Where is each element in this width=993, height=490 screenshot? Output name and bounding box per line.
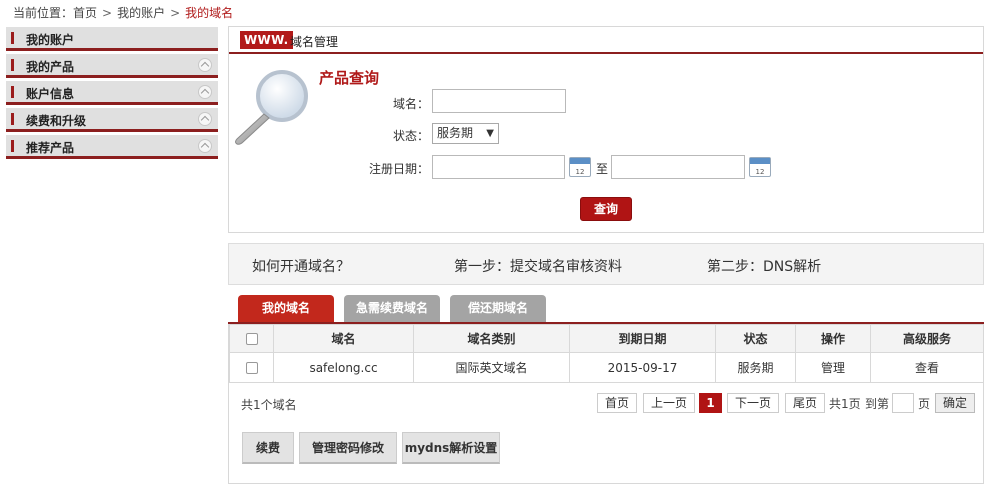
sidebar-item-label: 账户信息 (26, 87, 75, 101)
pager-prev[interactable]: 上一页 (643, 393, 695, 413)
panel-header: WWW. 域名管理 (229, 27, 983, 54)
calendar-icon[interactable]: 12 (569, 157, 591, 177)
pager-page-count: 共1页 (829, 397, 861, 411)
calendar-day: 12 (755, 168, 765, 176)
query-button[interactable]: 查询 (580, 197, 632, 221)
sidebar-item-renew-upgrade[interactable]: 续费和升级 (6, 108, 218, 132)
pager-last[interactable]: 尾页 (785, 393, 825, 413)
calendar-day: 12 (575, 168, 585, 176)
sidebar-marker (11, 113, 14, 125)
calendar-icon[interactable]: 12 (749, 157, 771, 177)
domain-table: 域名 域名类别 到期日期 状态 操作 高级服务 safelong.cc 国际英文… (229, 324, 984, 383)
sidebar-item-account-info[interactable]: 账户信息 (6, 81, 218, 105)
breadcrumb-link-home[interactable]: 首页 (73, 6, 97, 20)
date-range-to: 至 (596, 162, 609, 176)
sidebar-marker (11, 32, 14, 44)
mydns-settings-button[interactable]: mydns解析设置 (402, 432, 500, 464)
chevron-up-icon[interactable] (198, 58, 212, 72)
panel-title: 域名管理 (290, 35, 339, 49)
row-view-link[interactable]: 查看 (870, 352, 984, 383)
www-logo: WWW. (240, 31, 293, 49)
select-all-header (229, 324, 274, 353)
status-label: 状态： (392, 129, 429, 143)
status-select[interactable]: 服务期 ▼ (432, 123, 499, 144)
domain-input[interactable] (432, 89, 566, 113)
breadcrumb-link-account[interactable]: 我的账户 (117, 6, 165, 20)
chevron-up-icon[interactable] (198, 139, 212, 153)
pager-goto-label: 到第 (865, 397, 890, 411)
dropdown-arrow-icon: ▼ (486, 128, 494, 139)
howto-step2[interactable]: 第二步：DNS解析 (707, 256, 821, 276)
breadcrumb-separator: > (170, 6, 181, 20)
tab-urgent-renewal[interactable]: 急需续费域名 (344, 295, 440, 322)
chevron-up-icon[interactable] (198, 85, 212, 99)
status-select-value: 服务期 (437, 126, 474, 140)
sidebar: 我的账户 我的产品 账户信息 续费和升级 推荐产品 (6, 27, 218, 162)
col-domain[interactable]: 域名 (273, 324, 414, 353)
regdate-label: 注册日期： (368, 162, 429, 176)
table-row: safelong.cc 国际英文域名 2015-09-17 服务期 管理 查看 (229, 352, 984, 383)
sidebar-item-label: 推荐产品 (26, 141, 75, 155)
change-password-button[interactable]: 管理密码修改 (299, 432, 397, 464)
row-category: 国际英文域名 (413, 352, 570, 383)
howto-bar: 如何开通域名？ 第一步：提交域名审核资料 第二步：DNS解析 (228, 243, 984, 285)
domain-query-panel: WWW. 域名管理 产品查询 域名： 状态： 服务期 ▼ 注册日期： 12 至 (228, 26, 984, 233)
query-title: 产品查询 (319, 69, 380, 87)
domain-table-area: 域名 域名类别 到期日期 状态 操作 高级服务 safelong.cc 国际英文… (228, 324, 984, 484)
row-manage-link[interactable]: 管理 (795, 352, 871, 383)
col-action: 操作 (795, 324, 871, 353)
domain-tabs: 我的域名 急需续费域名 偿还期域名 (228, 294, 984, 324)
pager-first[interactable]: 首页 (597, 393, 637, 413)
col-advanced: 高级服务 (870, 324, 984, 353)
tab-redemption[interactable]: 偿还期域名 (450, 295, 546, 322)
pager-goto-input[interactable] (892, 393, 914, 413)
breadcrumb-prefix: 当前位置： (13, 6, 74, 20)
renew-button[interactable]: 续费 (242, 432, 294, 464)
row-expiry: 2015-09-17 (569, 352, 716, 383)
howto-question: 如何开通域名？ (252, 259, 350, 275)
howto-step1[interactable]: 第一步：提交域名审核资料 (454, 256, 622, 276)
sidebar-marker (11, 59, 14, 71)
sidebar-item-label: 我的产品 (26, 60, 75, 74)
pager-page-unit: 页 (918, 397, 931, 411)
sidebar-item-my-products[interactable]: 我的产品 (6, 54, 218, 78)
sidebar-item-my-account[interactable]: 我的账户 (6, 27, 218, 51)
sidebar-marker (11, 140, 14, 152)
col-category[interactable]: 域名类别 (413, 324, 570, 353)
pager-next[interactable]: 下一页 (727, 393, 779, 413)
pager-confirm-button[interactable]: 确定 (935, 393, 975, 413)
select-all-checkbox[interactable] (245, 333, 258, 345)
domain-label: 域名： (392, 97, 429, 111)
row-checkbox[interactable] (245, 362, 258, 374)
sidebar-item-label: 续费和升级 (26, 114, 87, 128)
row-domain: safelong.cc (273, 352, 414, 383)
pager-current-page[interactable]: 1 (699, 393, 722, 413)
row-status: 服务期 (715, 352, 796, 383)
row-checkbox-cell (229, 352, 274, 383)
sidebar-item-label: 我的账户 (26, 33, 75, 47)
table-header-row: 域名 域名类别 到期日期 状态 操作 高级服务 (229, 324, 984, 353)
regdate-to-input[interactable] (611, 155, 745, 179)
col-expiry[interactable]: 到期日期 (569, 324, 716, 353)
tab-my-domains[interactable]: 我的域名 (238, 295, 334, 322)
regdate-from-input[interactable] (432, 155, 565, 179)
total-count: 共1个域名 (241, 398, 297, 412)
col-status: 状态 (715, 324, 796, 353)
breadcrumb-current: 我的域名 (185, 6, 234, 20)
breadcrumb: 当前位置：首页 > 我的账户 > 我的域名 (13, 4, 233, 21)
breadcrumb-separator: > (102, 6, 113, 20)
sidebar-item-recommended[interactable]: 推荐产品 (6, 135, 218, 159)
chevron-up-icon[interactable] (198, 112, 212, 126)
sidebar-marker (11, 86, 14, 98)
magnifier-icon (235, 70, 308, 145)
